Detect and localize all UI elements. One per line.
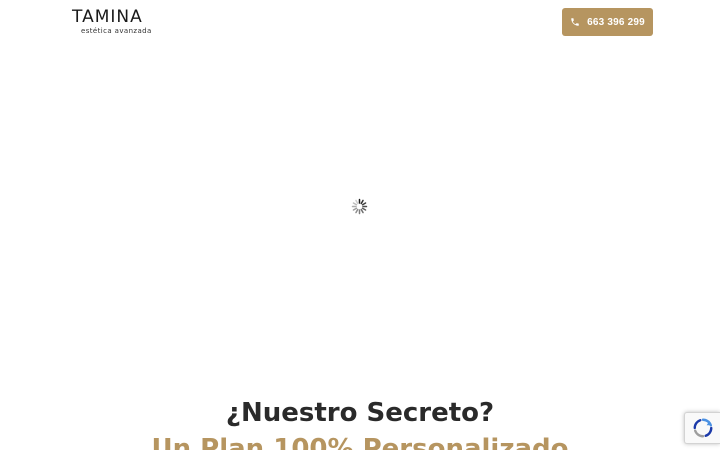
spinner-spoke <box>361 207 367 211</box>
spinner-icon <box>351 198 368 215</box>
spinner-spoke <box>352 207 358 211</box>
hero-headline: ¿Nuestro Secreto? <box>225 398 495 428</box>
page: TAMINA estética avanzada 663 396 299 ¿Nu… <box>0 0 720 450</box>
spinner-spoke <box>352 202 358 206</box>
phone-icon <box>571 18 579 26</box>
logo-link[interactable]: TAMINA estética avanzada <box>72 8 158 38</box>
spinner-spoke <box>360 199 364 205</box>
recaptcha-badge[interactable] <box>684 412 720 444</box>
spinner-spoke <box>355 208 359 214</box>
logo-name: TAMINA <box>72 7 143 27</box>
recaptcha-icon <box>693 418 712 438</box>
spinner-spoke <box>361 202 367 206</box>
logo-tagline: estética avanzada <box>81 27 152 35</box>
phone-number-label: 663 396 299 <box>587 16 645 28</box>
spinner-spoke <box>355 199 359 205</box>
call-phone-button[interactable]: 663 396 299 <box>562 8 653 36</box>
spinner-spoke <box>360 208 364 214</box>
hero-subheadline: Un Plan 100% Personalizado <box>151 434 569 450</box>
